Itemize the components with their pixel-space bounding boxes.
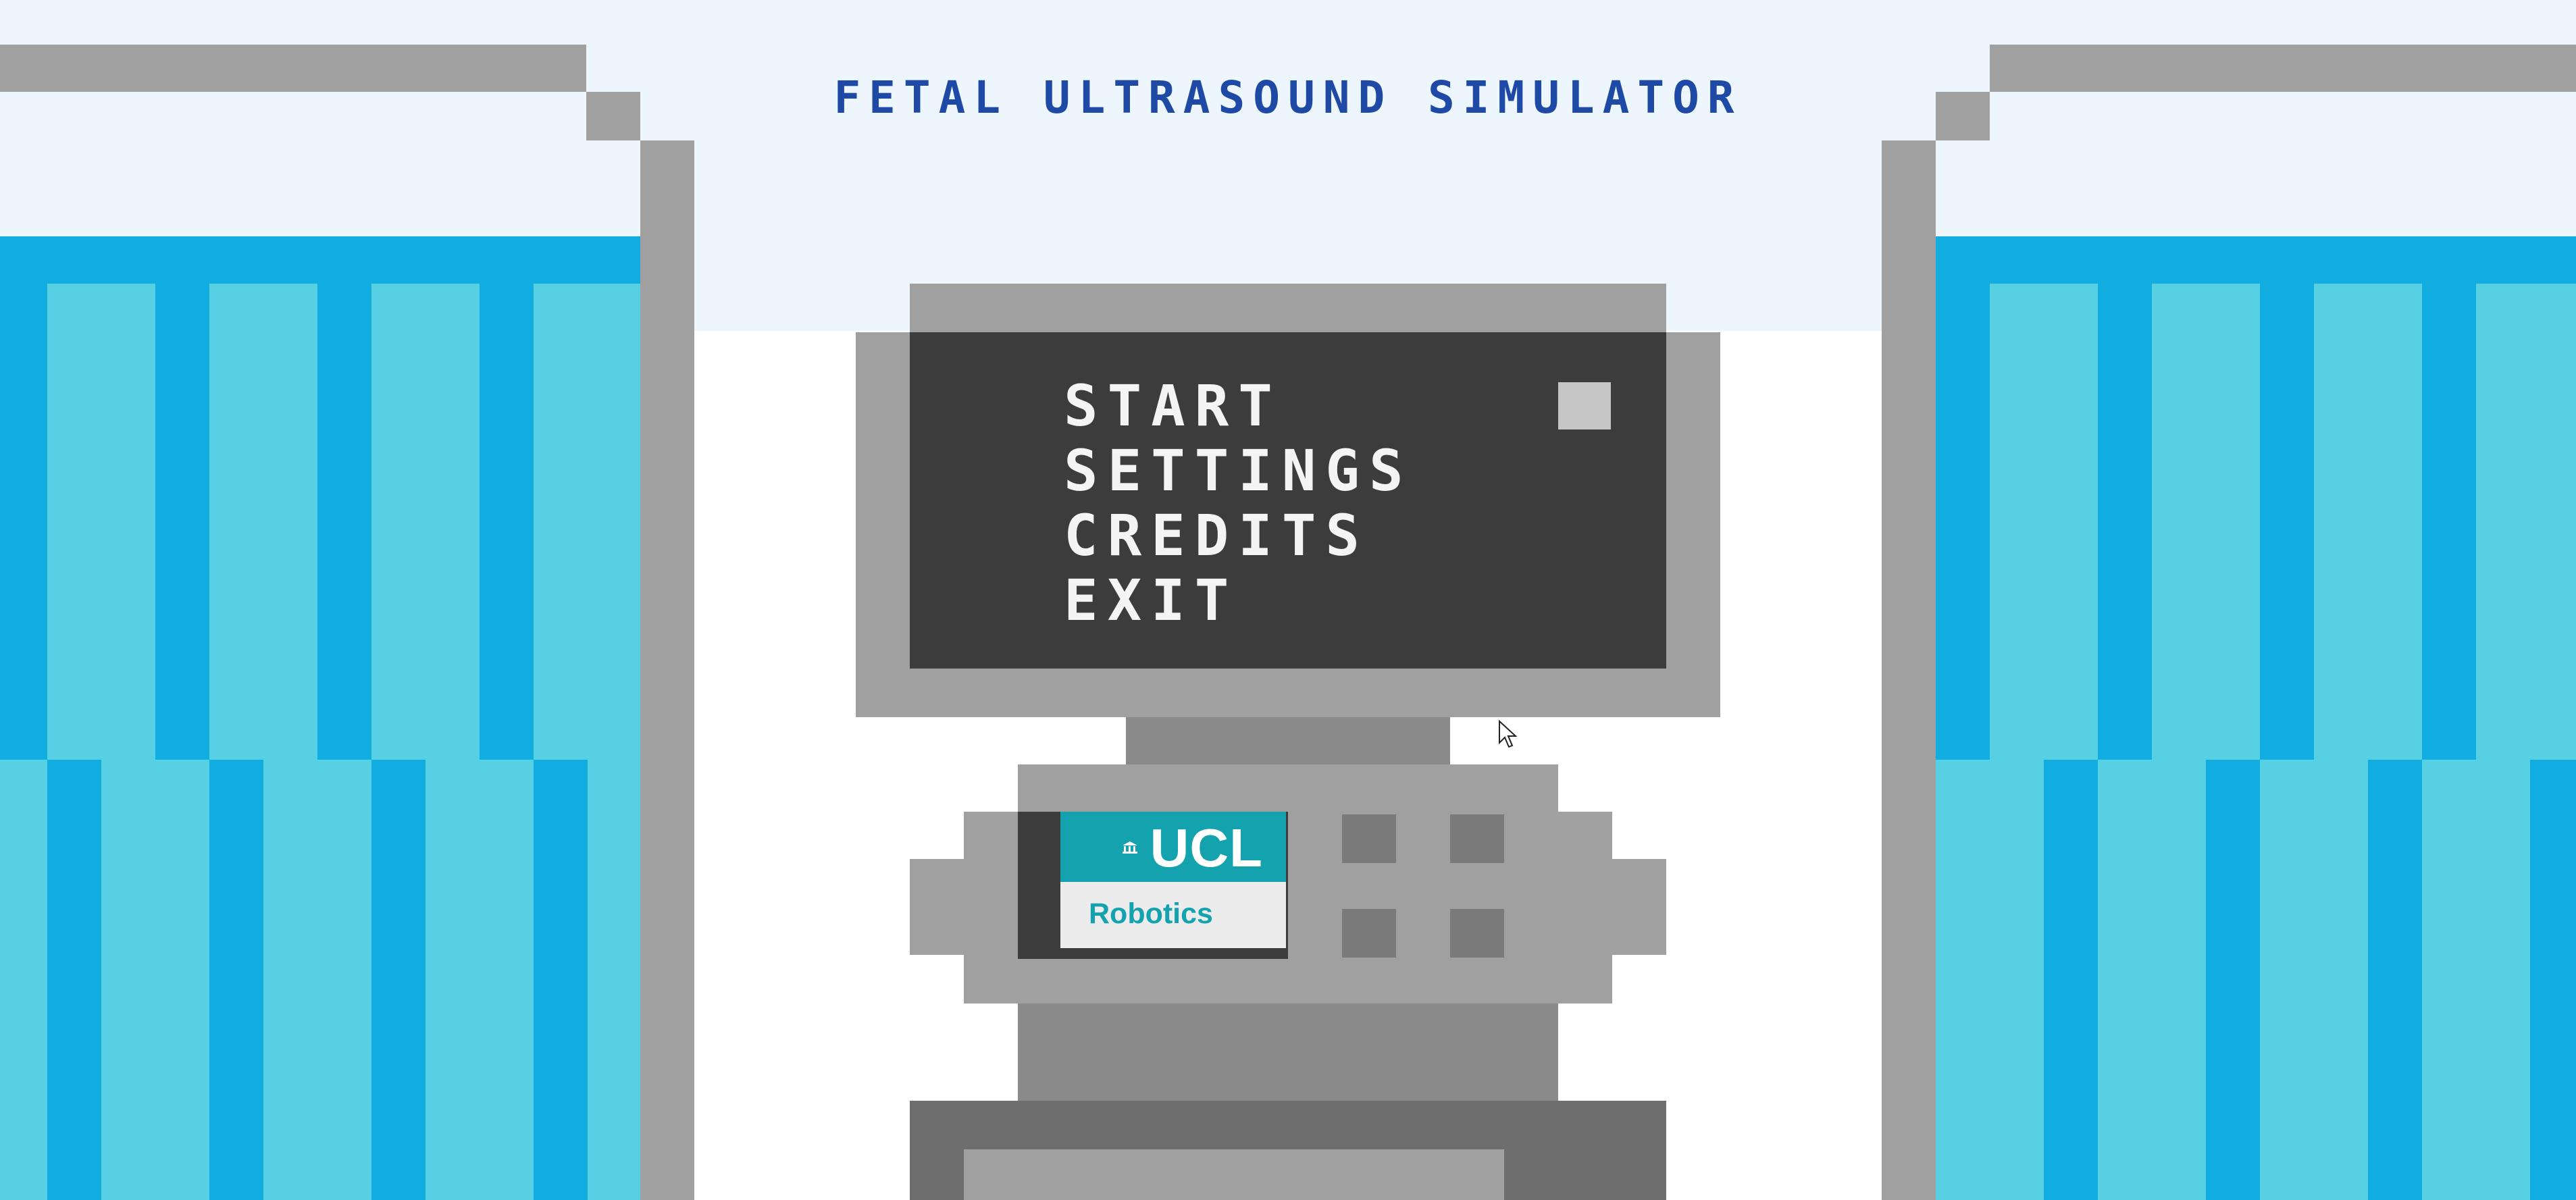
- mouse-pointer-icon: [1498, 719, 1518, 748]
- right-curtain-rod: [1878, 0, 2576, 1200]
- menu-item-settings[interactable]: SETTINGS: [1064, 440, 1413, 501]
- square-selector-icon: [1558, 382, 1611, 429]
- control-button-top-right[interactable]: [1450, 814, 1504, 863]
- ucl-portico-icon: [1123, 841, 1137, 854]
- monitor-bezel: [910, 284, 1666, 332]
- game-title: FETAL ULTRASOUND SIMULATOR: [833, 72, 1743, 124]
- menu-item-credits[interactable]: CREDITS: [1064, 505, 1369, 566]
- logo-department: Robotics: [1089, 897, 1213, 930]
- control-button-top-left[interactable]: [1342, 814, 1396, 863]
- logo-brand: UCL: [1150, 818, 1263, 878]
- control-button-bottom-left[interactable]: [1342, 909, 1396, 958]
- game-scene: FETAL ULTRASOUND SIMULATOR UCL Robotics …: [0, 0, 2576, 1200]
- menu-item-exit[interactable]: EXIT: [1064, 570, 1238, 631]
- ucl-robotics-logo: UCL Robotics: [1060, 812, 1286, 948]
- cart-drawer: [964, 1149, 1504, 1200]
- left-curtain-rod: [0, 0, 696, 1200]
- cart-body: [1018, 1003, 1558, 1101]
- menu-item-start[interactable]: START: [1064, 375, 1282, 436]
- ultrasound-machine: UCL Robotics: [856, 284, 1720, 1200]
- control-button-bottom-right[interactable]: [1450, 909, 1504, 958]
